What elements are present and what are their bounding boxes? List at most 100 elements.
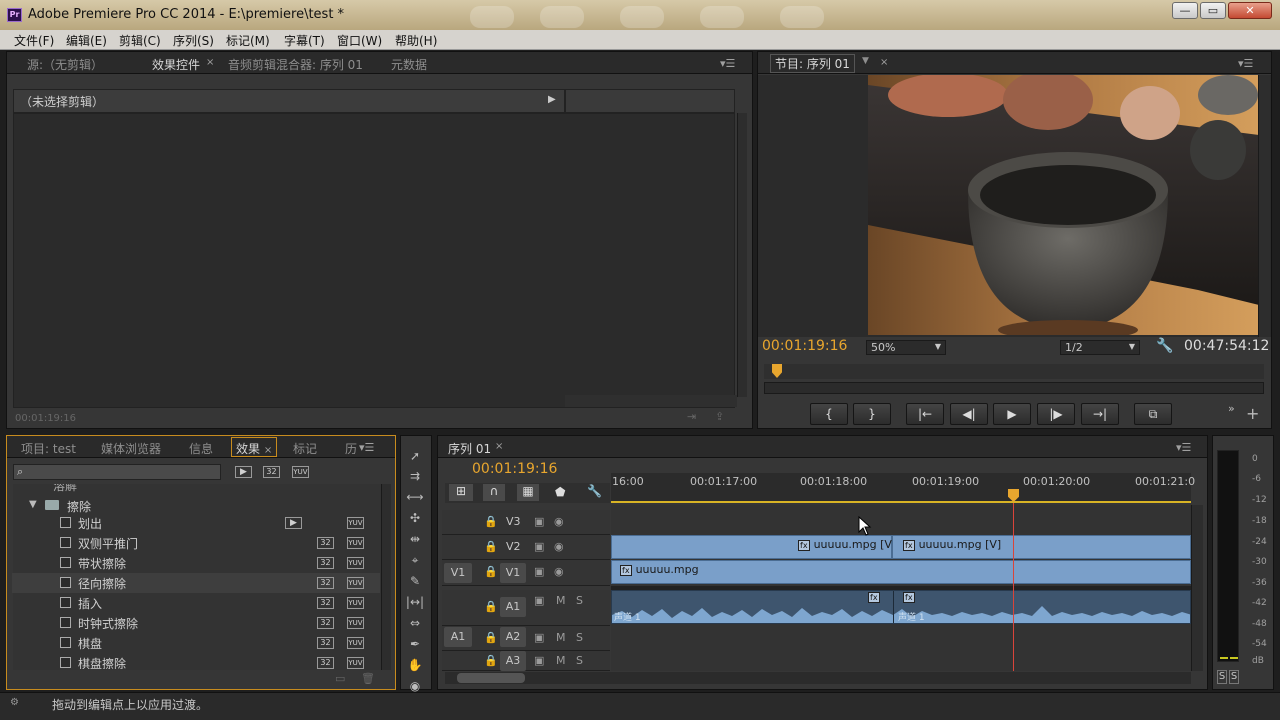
solo-button[interactable]: S [576,594,583,607]
solo-button[interactable]: S [576,654,583,667]
panel-menu-icon[interactable]: ▾☰ [1176,441,1191,454]
razor-tool-icon[interactable]: ⌖ [404,551,426,569]
wrench-icon[interactable]: 🔧 [1156,338,1173,354]
close-tab-icon[interactable]: × [880,57,888,68]
rate-stretch-tool-icon[interactable]: ⇹ [404,530,426,548]
timeline-vertical-scrollbar[interactable] [1191,505,1203,671]
source-patch-v1[interactable]: V1 [444,563,472,583]
menu-title[interactable]: 字幕(T) [284,32,325,49]
close-tab-icon[interactable]: × [206,57,214,68]
clip-v1[interactable]: fx uuuuu.mpg [611,560,1191,584]
tab-program[interactable]: 节目: 序列 01 [770,54,855,73]
program-zoom-bar[interactable] [764,382,1264,394]
tab-project[interactable]: 项目: test [21,440,76,457]
microphone-icon[interactable]: ▣ [534,631,544,644]
program-time-ruler[interactable] [764,364,1264,379]
tab-markers[interactable]: 标记 [293,440,317,457]
microphone-icon[interactable]: ▣ [534,654,544,667]
track-v3-label[interactable]: V3 [506,515,521,528]
menu-help[interactable]: 帮助(H) [395,32,437,49]
eye-icon[interactable]: ◉ [554,540,564,553]
effect-item[interactable]: 双侧平推门 32 YUV [12,533,380,553]
hand-tool-icon[interactable]: ✋ [404,656,426,674]
tab-effect-controls[interactable]: 效果控件 [152,56,200,73]
tab-media-browser[interactable]: 媒体浏览器 [101,440,161,457]
new-bin-icon[interactable]: ▭ [335,672,345,685]
pen-tool-icon[interactable]: ⇔ [404,614,426,632]
film-icon[interactable]: ▣ [534,540,544,553]
accelerated-effects-icon[interactable]: ▶ [235,466,252,478]
timeline-settings-icon[interactable]: 🔧 [587,484,602,498]
effect-item[interactable]: 带状擦除 32 YUV [12,553,380,573]
mark-in-button[interactable]: { [810,403,848,425]
solo-left-button[interactable]: S [1217,670,1227,684]
tab-info[interactable]: 信息 [189,440,213,457]
mark-out-button[interactable]: } [853,403,891,425]
32bit-effects-icon[interactable]: 32 [263,466,280,478]
go-to-in-button[interactable]: |← [906,403,944,425]
clip-a1[interactable]: 声道 1 声道 1 fx fx [611,590,1191,624]
selection-tool-icon[interactable]: ➚ [404,447,426,465]
effect-item[interactable]: 棋盘 32 YUV [12,633,380,653]
effects-scrollbar[interactable] [381,484,391,670]
eye-icon[interactable]: ◉ [554,515,564,528]
timeline-horizontal-scrollbar[interactable] [445,672,1191,684]
playhead-marker-icon[interactable] [772,364,782,378]
horizontal-scrollbar[interactable] [565,395,737,407]
step-back-button[interactable]: ◀| [950,403,988,425]
add-marker-icon[interactable]: ⬟ [555,485,565,499]
source-patch-a1[interactable]: A1 [444,627,472,647]
eye-icon[interactable]: ◉ [554,565,564,578]
clip-v2-b[interactable]: fx uuuuu.mpg [V] [892,535,1191,559]
track-v2-label[interactable]: V2 [506,540,521,553]
program-viewer[interactable] [758,75,1271,337]
panel-menu-icon[interactable]: ▾☰ [359,441,374,454]
menu-file[interactable]: 文件(F) [14,32,54,49]
clip-v2-a[interactable]: fx uuuuu.mpg [V] [611,535,896,559]
lock-icon[interactable]: 🔒 [484,540,498,553]
resolution-select[interactable]: 1/2 ▼ [1060,340,1140,355]
track-a3-label[interactable]: A3 [500,651,526,671]
panel-menu-icon[interactable]: ▾☰ [720,57,735,70]
maximize-button[interactable]: ▭ [1200,2,1226,19]
step-forward-button[interactable]: |▶ [1037,403,1075,425]
yuv-effects-icon[interactable]: YUV [292,466,309,478]
lock-icon[interactable]: 🔒 [484,631,498,644]
program-dropdown-icon[interactable]: ▼ [862,56,869,66]
pen-icon[interactable]: ✒ [404,635,426,653]
tab-metadata[interactable]: 元数据 [391,56,427,73]
lock-icon[interactable]: 🔒 [484,600,498,613]
film-icon[interactable]: ▣ [534,565,544,578]
solo-right-button[interactable]: S [1229,670,1239,684]
close-tab-icon[interactable]: × [264,445,272,456]
track-a2-label[interactable]: A2 [500,627,526,647]
effect-item[interactable]: 棋盘擦除 32 YUV [12,653,380,669]
effect-item[interactable]: 时钟式擦除 32 YUV [12,613,380,633]
menu-clip[interactable]: 剪辑(C) [119,32,161,49]
more-controls-icon[interactable]: » [1228,402,1235,415]
effects-search-input[interactable]: ⌕ [13,464,221,480]
loop-icon[interactable]: ⇥ [687,410,696,423]
close-tab-icon[interactable]: × [495,441,503,452]
program-playhead-timecode[interactable]: 00:01:19:16 [762,338,847,354]
vertical-scrollbar[interactable] [737,113,747,397]
play-button[interactable]: ▶ [993,403,1031,425]
effect-item[interactable]: 径向擦除 32 YUV [12,573,380,593]
snap-icon[interactable]: ∩ [483,484,505,501]
panel-menu-icon[interactable]: ▾☰ [1238,57,1253,70]
viewer-scrollbar[interactable] [1258,75,1270,337]
trash-icon[interactable]: 🗑 [361,672,375,685]
film-icon[interactable]: ▣ [534,515,544,528]
lock-icon[interactable]: 🔒 [484,515,498,528]
folder-dissolve-label[interactable]: 溶解 [53,484,77,494]
export-icon[interactable]: ⇪ [715,410,724,423]
track-v1-label[interactable]: V1 [500,563,526,583]
linked-selection-icon[interactable]: ▦ [517,484,539,501]
mute-button[interactable]: M [556,594,566,607]
export-frame-button[interactable]: ⧉ [1134,403,1172,425]
menu-marker[interactable]: 标记(M) [226,32,270,49]
tab-history[interactable]: 历 [345,440,357,457]
slide-tool-icon[interactable]: |↔| [404,593,426,611]
nest-sequence-icon[interactable]: ⊞ [449,484,473,501]
lock-icon[interactable]: 🔒 [484,654,498,667]
